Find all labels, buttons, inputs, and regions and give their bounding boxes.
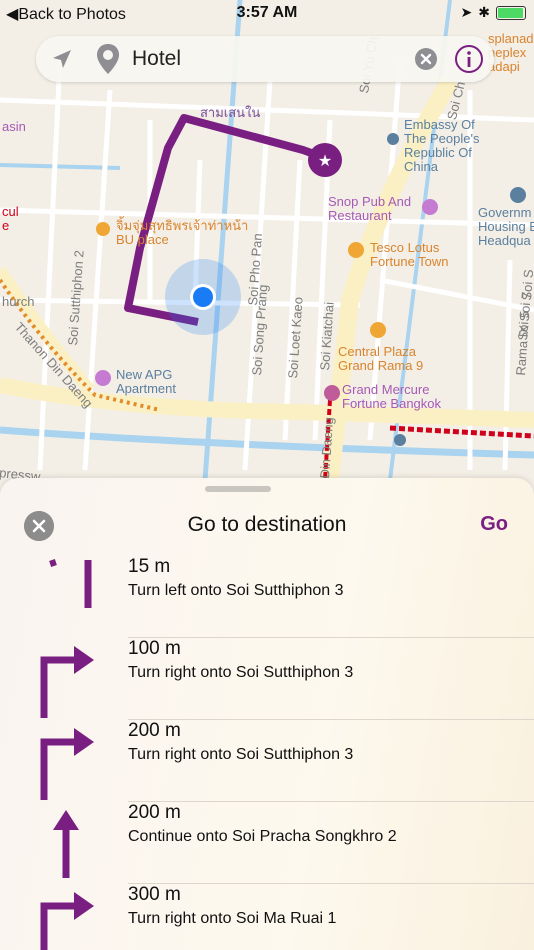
shopping-icon[interactable] — [348, 242, 364, 258]
info-icon[interactable] — [454, 44, 484, 74]
government-icon[interactable] — [510, 187, 526, 203]
map-label-pub[interactable]: Snop Pub And Restaurant — [328, 195, 411, 223]
bluetooth-icon: ✱ — [478, 4, 490, 20]
step-distance: 200 m — [128, 720, 181, 741]
current-location-dot — [165, 259, 241, 335]
step-distance: 300 m — [128, 884, 181, 905]
step-distance: 15 m — [128, 556, 171, 577]
search-input[interactable]: Hotel — [132, 47, 181, 71]
transit-icon[interactable] — [394, 434, 406, 446]
direction-step[interactable]: 300 m Turn right onto Soi Ma Ruai 1 — [0, 884, 534, 950]
go-button[interactable]: Go — [480, 513, 508, 536]
step-instruction: Turn right onto Soi Sutthiphon 3 — [128, 746, 354, 763]
step-instruction: Turn right onto Soi Ma Ruai 1 — [128, 910, 337, 927]
sheet-title: Go to destination — [187, 513, 347, 536]
direction-step[interactable]: 15 m Turn left onto Soi Sutthiphon 3 — [0, 556, 534, 638]
map-label-church: hurch — [2, 294, 35, 309]
embassy-icon[interactable] — [387, 133, 399, 145]
map-pin-icon — [97, 44, 119, 74]
directions-list[interactable]: 15 m Turn left onto Soi Sutthiphon 3 100… — [0, 556, 534, 950]
hotel-icon[interactable] — [95, 370, 111, 386]
clear-search-icon[interactable] — [414, 47, 438, 71]
direction-step[interactable]: 100 m Turn right onto Soi Sutthiphon 3 — [0, 638, 534, 720]
status-time: 3:57 AM — [236, 4, 298, 21]
step-distance: 200 m — [128, 802, 181, 823]
sheet-grabber[interactable] — [205, 486, 271, 492]
shopping-icon[interactable] — [370, 322, 386, 338]
map-label-grand-mercure[interactable]: Grand Mercure Fortune Bangkok — [342, 383, 441, 411]
map-label-tesco[interactable]: Tesco Lotus Fortune Town — [370, 241, 449, 269]
map-label-bu-place[interactable]: จิ้มจุ่มสุทธิพรเจ้าท่าหน้า BU place — [116, 219, 248, 247]
step-instruction: Turn left onto Soi Sutthiphon 3 — [128, 582, 344, 599]
map-label-government[interactable]: Governm Housing B Headqua — [478, 206, 534, 248]
destination-pin[interactable]: ★ — [308, 143, 342, 177]
hotel-icon[interactable] — [324, 385, 340, 401]
map-label-new-apg[interactable]: New APG Apartment — [116, 368, 176, 396]
step-instruction: Continue onto Soi Pracha Songkhro 2 — [128, 828, 397, 845]
map-label-esplanade[interactable]: splanad neplex adapi — [488, 32, 534, 74]
direction-step[interactable]: 200 m Turn right onto Soi Sutthiphon 3 — [0, 720, 534, 802]
svg-text:★: ★ — [318, 151, 332, 170]
map-label-cul: cul e — [2, 204, 19, 233]
turn-right-icon — [40, 892, 94, 950]
pub-icon[interactable] — [422, 199, 438, 215]
location-arrow-icon: ➤ — [460, 4, 473, 20]
search-bar[interactable]: Hotel — [36, 36, 494, 82]
location-arrow-icon[interactable] — [50, 47, 74, 71]
step-instruction: Turn right onto Soi Sutthiphon 3 — [128, 664, 354, 681]
map-label-district: สามเสนใน — [200, 105, 261, 120]
map-label-embassy[interactable]: Embassy Of The People's Republic Of Chin… — [404, 118, 479, 174]
direction-step[interactable]: 200 m Continue onto Soi Pracha Songkhro … — [0, 802, 534, 884]
restaurant-icon[interactable] — [96, 222, 110, 236]
map-label-asin: asin — [2, 119, 26, 134]
map-label-central-plaza[interactable]: Central Plaza Grand Rama 9 — [338, 345, 423, 373]
turn-right-icon — [40, 646, 94, 718]
battery-icon — [496, 5, 526, 20]
status-bar: ◀Back to Photos 3:57 AM ➤ ✱ — [0, 0, 534, 28]
step-distance: 100 m — [128, 638, 181, 659]
turn-right-icon — [40, 728, 94, 800]
straight-arrow-icon — [53, 810, 79, 878]
directions-sheet[interactable]: Go to destination Go 15 m Turn left onto… — [0, 478, 534, 950]
road-label: Soi 5 — [515, 310, 533, 341]
straight-partial-icon — [49, 559, 92, 608]
